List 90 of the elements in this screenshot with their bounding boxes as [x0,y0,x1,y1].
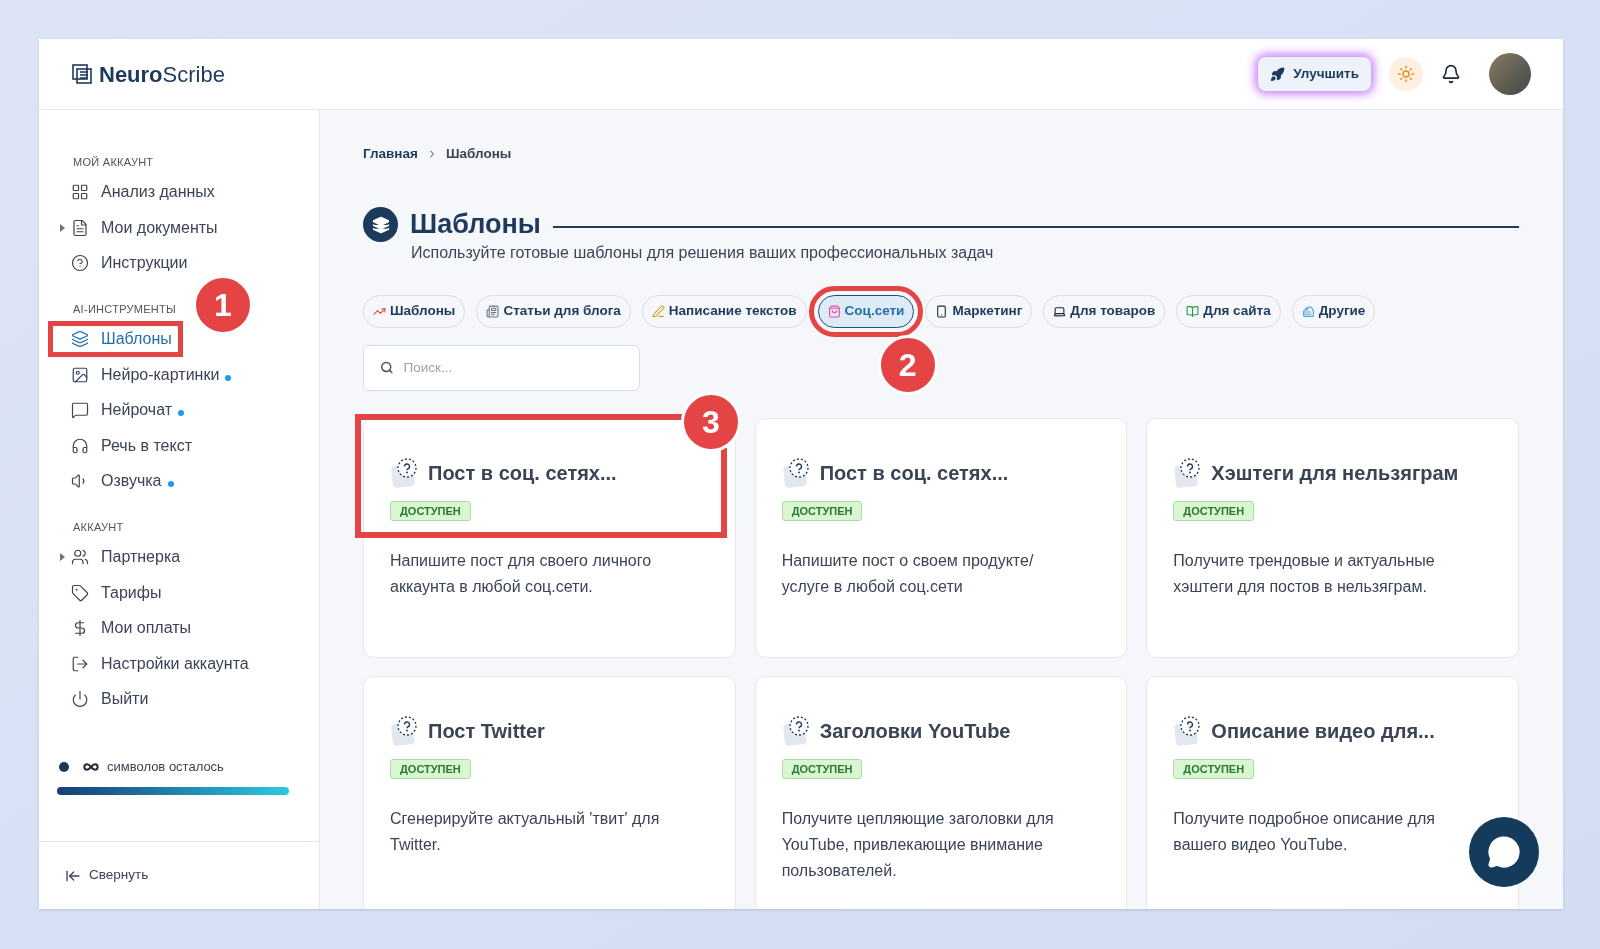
sidebar-item[interactable]: Настройки аккаунта [51,648,257,679]
question-icon [781,714,812,747]
phone-icon [935,304,949,318]
sidebar-item[interactable]: Инструкции [51,248,196,279]
template-card[interactable]: Описание видео для... ДОСТУПЕН Получите подробное описание для вашего видео YouTube. [1146,675,1519,909]
card-description: Сгенерируйте актуальный 'твит' для Twitter. [390,808,661,855]
logo-icon [71,63,93,85]
newspaper-icon [486,304,500,318]
card-description: Получите подробное описание для вашего видео YouTube. [1173,808,1436,855]
expand-caret-icon[interactable] [59,223,65,232]
card-title: Хэштеги для нельзяграм [1211,460,1459,486]
card-title: Пост в соц. сетях... [819,460,1009,486]
sidebar-item[interactable]: Нейрочат [51,395,193,426]
help-icon [71,254,89,273]
page-title: Шаблоны [410,208,541,242]
upgrade-button[interactable]: Улучшить [1258,57,1371,91]
user-avatar[interactable] [1489,53,1531,95]
book-icon [1186,304,1200,318]
bag-icon [827,304,841,318]
category-tab[interactable]: Для товаров [1043,294,1166,328]
users-icon [71,548,89,567]
question-icon [390,714,420,747]
sun-icon [1397,65,1415,83]
search-icon [380,360,394,376]
sidebar-item[interactable]: Шаблоны [51,324,180,355]
category-tab[interactable]: Статьи для блога [476,294,631,328]
sidebar-item[interactable]: Тарифы [51,577,170,608]
sidebar-item[interactable]: Озвучка [51,466,182,497]
sidebar-item[interactable]: Выйти [51,684,157,715]
section-heading: AI-ИНСТРУМЕНТЫ [72,302,177,317]
card-title: Пост в соц. сетях... [428,460,617,486]
template-card[interactable]: Хэштеги для нельзяграм ДОСТУПЕН Получите трендовые и актуальные хэштеги для постов в нельзяграм. [1146,417,1519,658]
headphones-icon [71,436,89,455]
category-tab[interactable]: Другие [1291,294,1376,328]
chat-icon [71,401,89,420]
chat-icon [1487,835,1521,869]
sidebar-item[interactable]: Партнерка [51,542,189,573]
sidebar-item[interactable]: Речь в текст [51,430,200,461]
document-icon [71,218,89,237]
step-number-badge: 2 [877,334,938,395]
section-heading: АККАУНТ [72,520,124,535]
question-icon [390,456,420,489]
sidebar-item[interactable]: Нейро-картинки [51,359,240,390]
category-tab[interactable]: Для сайта [1176,294,1281,328]
status-badge: ДОСТУПЕН [781,500,863,522]
power-icon [71,690,89,709]
template-card[interactable]: Пост Twitter ДОСТУПЕН Сгенерируйте актуальный 'твит' для Twitter. [363,675,736,909]
laptop-icon [1053,304,1067,318]
category-tab[interactable]: Маркетинг [925,294,1033,328]
layers-icon [363,207,398,242]
theme-toggle[interactable] [1389,57,1423,91]
section-heading: МОЙ АККАУНТ [72,155,154,170]
tag-icon [71,583,89,602]
breadcrumb-link[interactable]: Шаблоны [445,144,512,165]
cake-icon [1301,304,1315,318]
step-number-badge: 3 [681,391,741,452]
template-card[interactable]: Заголовки YouTube ДОСТУПЕН Получите цепляющие заголовки для YouTube, привлекающие внимание пользователей. [754,675,1128,909]
collapse-button[interactable]: Свернуть [65,865,149,886]
pen-icon [651,304,665,318]
card-description: Напишите пост о своем продукте/ услуге в любой соц.сети [781,550,1035,597]
status-badge: ДОСТУПЕН [1173,500,1255,522]
grid-icon [71,183,89,202]
sidebar-item[interactable]: Мои оплаты [51,613,200,644]
rocket-icon [1270,66,1286,82]
card-title: Заголовки YouTube [819,718,1011,744]
search-input[interactable]: Поиск... [403,357,623,378]
status-badge: ДОСТУПЕН [1173,758,1255,780]
status-badge: ДОСТУПЕН [390,758,471,780]
expand-caret-icon[interactable] [59,553,65,562]
quota-label: символов осталось [107,758,224,776]
sidebar-item[interactable]: Мои документы [51,212,226,243]
question-icon [781,456,812,489]
card-description: Напишите пост для своего личного аккаунта в любой соц.сети. [390,550,653,597]
logo-text: NeuroScribe [99,60,225,89]
notifications-icon[interactable] [1441,64,1461,84]
sidebar-item[interactable]: Анализ данных [51,177,223,208]
card-title: Описание видео для... [1211,718,1435,744]
search-field[interactable]: Поиск... [363,344,640,391]
page-subtitle: Используйте готовые шаблоны для решения ваших профессиональных задач [411,242,994,263]
card-title: Пост Twitter [428,718,545,744]
layers-icon [71,330,89,349]
status-badge: ДОСТУПЕН [390,500,471,522]
card-description: Получите цепляющие заголовки для YouTube, привлекающие внимание пользователей. [781,808,1055,881]
breadcrumb-link[interactable]: Главная [363,144,418,165]
category-tab[interactable]: Шаблоны [363,294,466,328]
status-badge: ДОСТУПЕН [781,758,863,780]
category-tab[interactable]: Написание текстов [641,294,807,328]
image-icon [71,365,89,384]
card-description: Получите трендовые и актуальные хэштеги для постов в нельзяграм. [1173,550,1436,597]
template-card[interactable]: Пост в соц. сетях... ДОСТУПЕН Напишите пост о своем продукте/ услуге в любой соц.сети [754,417,1128,658]
